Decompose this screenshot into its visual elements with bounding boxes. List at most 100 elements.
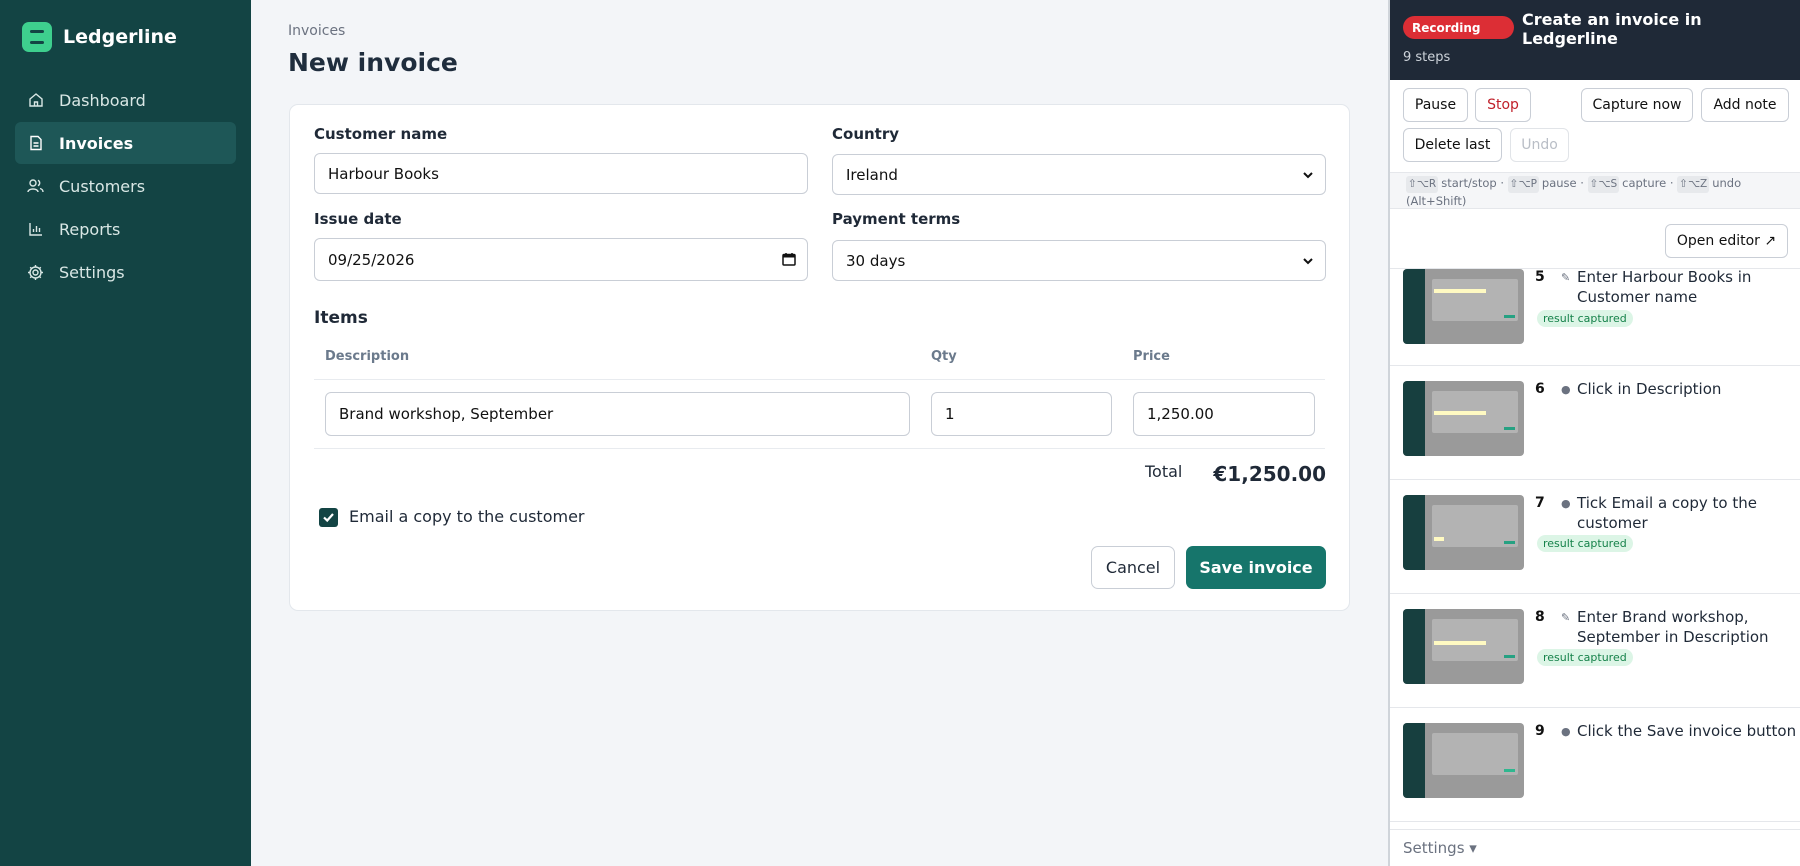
pencil-icon: ✎ — [1561, 611, 1571, 624]
chevron-down-icon — [1302, 253, 1314, 271]
document-icon — [26, 134, 45, 153]
description-value: Brand workshop, September — [339, 405, 554, 423]
sidebar-item-invoices[interactable]: Invoices — [15, 122, 236, 164]
email-copy-checkbox[interactable] — [319, 508, 338, 527]
main-content: Invoices New invoice Customer name Harbo… — [251, 0, 1388, 866]
hotkey-action: start/stop · — [1441, 176, 1505, 190]
breadcrumb[interactable]: Invoices — [288, 23, 345, 39]
sidebar-item-label: Invoices — [59, 133, 134, 153]
invoice-form: Customer name Harbour Books Country Irel… — [289, 104, 1350, 611]
issue-date-input[interactable]: 09/25/2026 — [314, 238, 808, 281]
recording-title: Create an invoice in Ledgerline — [1522, 10, 1702, 48]
steps-list[interactable]: 5 ✎ Enter Harbour Books in Customer name… — [1390, 268, 1800, 828]
save-invoice-button[interactable]: Save invoice — [1186, 546, 1326, 589]
sidebar-item-settings[interactable]: Settings — [15, 251, 236, 293]
hotkey-action: undo — [1712, 176, 1742, 190]
issue-date-label: Issue date — [314, 210, 402, 228]
column-header-qty: Qty — [931, 349, 957, 364]
step-item[interactable]: 7 ● Tick Email a copy to the customer re… — [1390, 480, 1800, 594]
step-item[interactable]: 6 ● Click in Description — [1390, 366, 1800, 480]
step-item[interactable]: 5 ✎ Enter Harbour Books in Customer name… — [1390, 269, 1800, 366]
description-input[interactable]: Brand workshop, September — [325, 392, 910, 436]
hotkey-key: ⇧⌥P — [1507, 176, 1539, 193]
country-label: Country — [832, 125, 900, 143]
issue-date-value: 09/25/2026 — [328, 250, 415, 269]
step-thumbnail — [1403, 723, 1524, 798]
recorder-panel: Recording Create an invoice in Ledgerlin… — [1388, 0, 1800, 866]
step-number: 7 — [1535, 495, 1545, 511]
recorder-header: Recording Create an invoice in Ledgerlin… — [1390, 0, 1800, 80]
sidebar-item-dashboard[interactable]: Dashboard — [15, 79, 236, 121]
sidebar-item-label: Dashboard — [59, 90, 146, 110]
qty-input[interactable]: 1 — [931, 392, 1112, 436]
customer-name-label: Customer name — [314, 125, 448, 143]
sidebar-item-label: Customers — [59, 176, 146, 196]
brand-name: Ledgerline — [63, 25, 177, 48]
checkmark-icon — [323, 513, 334, 523]
step-item[interactable]: 8 ✎ Enter Brand workshop, September in D… — [1390, 594, 1800, 708]
payment-terms-select[interactable]: 30 days — [832, 240, 1326, 281]
home-icon — [26, 91, 45, 110]
bar-chart-icon — [26, 220, 45, 239]
users-icon — [26, 177, 45, 196]
table-divider — [314, 448, 1325, 449]
result-captured-badge: result captured — [1537, 535, 1633, 552]
total-value: €1,250.00 — [1213, 462, 1326, 486]
sidebar-item-reports[interactable]: Reports — [15, 208, 236, 250]
step-thumbnail — [1403, 609, 1524, 684]
step-number: 8 — [1535, 609, 1545, 625]
add-note-button[interactable]: Add note — [1701, 88, 1789, 122]
qty-value: 1 — [945, 405, 955, 423]
result-captured-badge: result captured — [1537, 310, 1633, 327]
sidebar-nav: Dashboard Invoices Customers Reports Set… — [15, 79, 236, 294]
hotkey-key: ⇧⌥R — [1406, 176, 1439, 193]
pause-button[interactable]: Pause — [1403, 88, 1468, 122]
hotkey-note: (Alt+Shift) — [1406, 194, 1467, 208]
sidebar-item-customers[interactable]: Customers — [15, 165, 236, 207]
price-value: 1,250.00 — [1147, 405, 1214, 423]
country-select[interactable]: Ireland — [832, 154, 1326, 195]
sidebar: Ledgerline Dashboard Invoices Customers … — [0, 0, 251, 866]
calendar-icon[interactable] — [782, 252, 796, 270]
cancel-button[interactable]: Cancel — [1091, 546, 1175, 589]
recording-status-badge: Recording — [1403, 16, 1514, 39]
payment-terms-label: Payment terms — [832, 210, 961, 228]
result-captured-badge: result captured — [1537, 649, 1633, 666]
undo-button[interactable]: Undo — [1510, 128, 1569, 162]
step-thumbnail — [1403, 495, 1524, 570]
chevron-down-icon — [1302, 167, 1314, 185]
step-text: Click the Save invoice button — [1577, 722, 1797, 740]
column-header-price: Price — [1133, 349, 1170, 364]
steps-count: 9 steps — [1403, 50, 1451, 65]
pencil-icon: ✎ — [1561, 271, 1571, 284]
table-divider — [314, 379, 1325, 380]
email-copy-label[interactable]: Email a copy to the customer — [349, 507, 585, 526]
delete-last-button[interactable]: Delete last — [1403, 128, 1502, 162]
page-title: New invoice — [288, 48, 458, 77]
customer-name-input[interactable]: Harbour Books — [314, 153, 808, 194]
stop-button[interactable]: Stop — [1475, 88, 1531, 122]
hotkey-action: capture · — [1622, 176, 1674, 190]
recorder-settings-toggle[interactable]: Settings ▾ — [1390, 829, 1800, 866]
sidebar-item-label: Reports — [59, 219, 121, 239]
step-number: 9 — [1535, 723, 1545, 739]
column-header-description: Description — [325, 349, 410, 364]
sidebar-item-label: Settings — [59, 262, 125, 282]
gear-icon — [26, 263, 45, 282]
items-heading: Items — [314, 308, 368, 328]
step-item[interactable]: 9 ● Click the Save invoice button — [1390, 708, 1800, 822]
step-text: Enter Brand workshop, September in Descr… — [1577, 608, 1769, 646]
brand[interactable]: Ledgerline — [22, 21, 177, 52]
step-thumbnail — [1403, 269, 1524, 344]
open-editor-button[interactable]: Open editor ↗ — [1665, 224, 1788, 258]
dot-icon: ● — [1561, 725, 1571, 738]
country-value: Ireland — [846, 165, 898, 184]
price-input[interactable]: 1,250.00 — [1133, 392, 1315, 436]
capture-now-button[interactable]: Capture now — [1581, 88, 1693, 122]
hotkey-key: ⇧⌥S — [1587, 176, 1620, 193]
step-number: 6 — [1535, 381, 1545, 397]
hotkey-key: ⇧⌥Z — [1677, 176, 1710, 193]
ledger-logo-icon — [22, 21, 52, 52]
payment-terms-value: 30 days — [846, 251, 906, 270]
customer-name-value: Harbour Books — [328, 164, 439, 183]
